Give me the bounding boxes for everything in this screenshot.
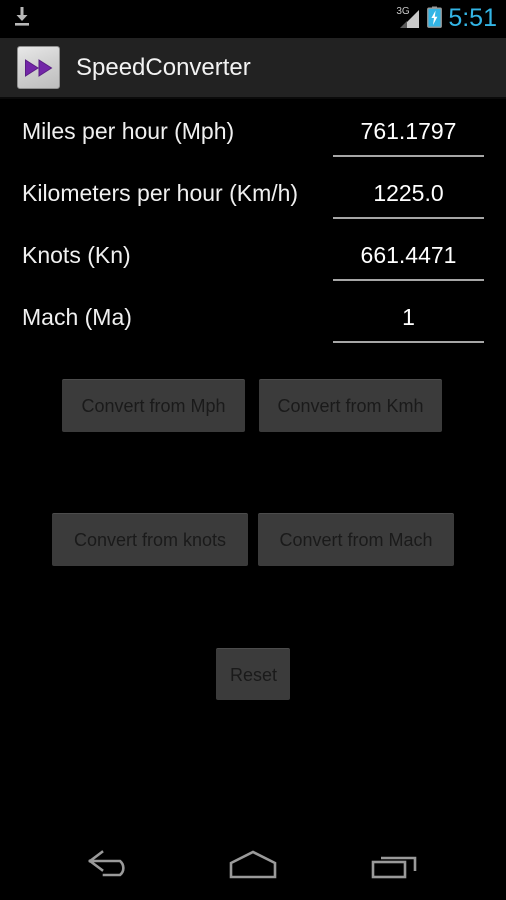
battery-charging-icon [427,6,443,33]
kmh-label: Kilometers per hour (Km/h) [22,180,299,206]
button-row-1: Convert from Mph Convert from Kmh [0,378,506,445]
status-bar-left [12,0,32,38]
convert-from-mph-button[interactable]: Convert from Mph [62,379,245,432]
convert-from-kmh-button[interactable]: Convert from Kmh [259,379,442,432]
status-bar-clock: 5:51 [448,3,497,32]
knots-input[interactable] [333,235,484,281]
navigation-bar [0,830,506,900]
button-row-3: Reset [0,512,506,700]
mph-input[interactable] [333,111,484,157]
mach-label: Mach (Ma) [22,304,132,330]
android-screen: 3G 5:51 SpeedConverter Miles per hour (M… [0,0,506,900]
button-row-2: Convert from knots Convert from Mach [0,445,506,566]
button-panel: Convert from Mph Convert from Kmh Conver… [0,378,506,700]
reset-button[interactable]: Reset [216,648,290,700]
field-row-knots: Knots (Kn) [0,225,506,287]
fast-forward-icon[interactable] [17,46,60,89]
knots-label: Knots (Kn) [22,242,131,268]
field-row-mph: Miles per hour (Mph) [0,101,506,163]
status-bar: 3G 5:51 [0,0,506,38]
download-icon [12,6,32,33]
mach-input[interactable] [333,297,484,343]
app-title: SpeedConverter [76,53,251,81]
status-bar-right: 3G 5:51 [396,0,497,38]
signal-bars-icon: 3G [396,7,421,30]
kmh-input[interactable] [333,173,484,219]
conversion-form: Miles per hour (Mph) Kilometers per hour… [0,101,506,349]
field-row-kmh: Kilometers per hour (Km/h) [0,163,506,225]
mph-label: Miles per hour (Mph) [22,118,235,144]
home-icon[interactable] [197,830,309,900]
recents-icon[interactable] [340,830,452,900]
action-bar: SpeedConverter [0,38,506,99]
back-icon[interactable] [56,830,168,900]
field-row-mach: Mach (Ma) [0,287,506,349]
